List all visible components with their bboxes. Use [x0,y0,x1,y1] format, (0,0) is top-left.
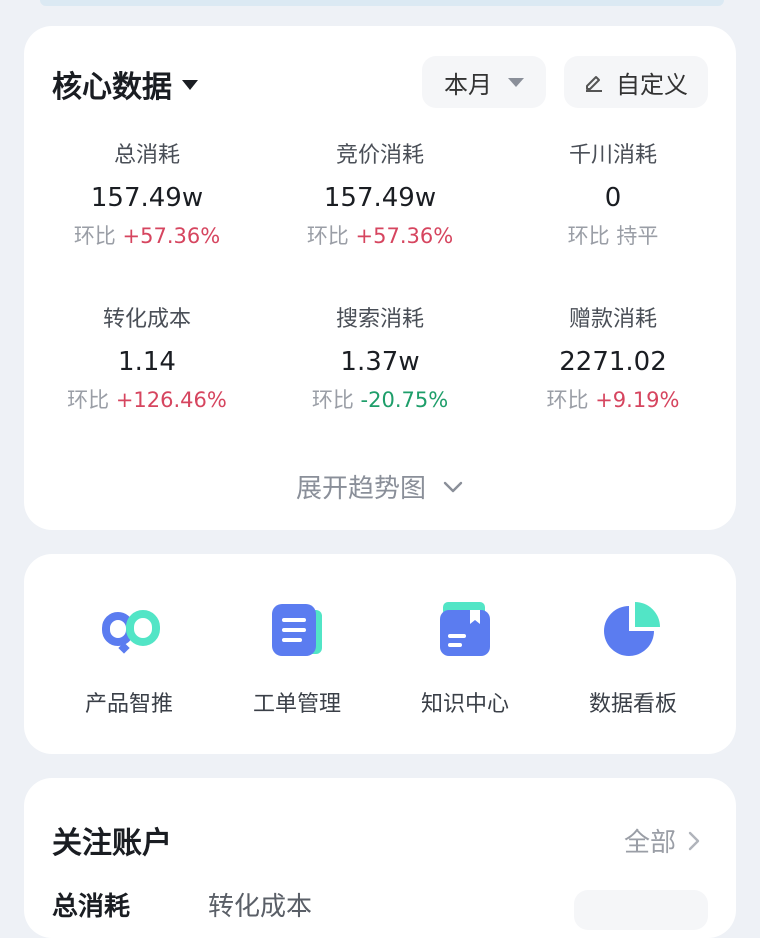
comparison-value: -20.75% [360,388,449,412]
expand-trend-button[interactable]: 展开趋势图 [24,468,736,505]
tool-label: 数据看板 [588,692,677,717]
comparison-prefix: 环比 [306,224,349,248]
period-select[interactable]: 本月 [422,56,546,108]
comparison-prefix: 环比 [73,224,116,248]
comparison-prefix: 环比 [67,388,110,412]
tools-card: 产品智推 工单管理 知识中心 数据看板 [24,554,736,754]
watched-accounts-title: 关注账户 [52,826,172,861]
metric-label: 转化成本 [102,307,191,332]
core-data-title-text: 核心数据 [52,70,172,105]
comparison-value: +9.19% [595,388,680,412]
metric-label: 赠款消耗 [568,307,657,332]
comparison-value: +57.36% [122,224,221,248]
tool-label: 知识中心 [420,692,509,717]
pencil-icon [586,76,602,92]
comparison-prefix: 环比 [567,224,610,248]
tool-work-order[interactable]: 工单管理 [208,598,386,718]
metric-value: 2271.02 [559,347,667,377]
metric-comparison: 环比 +57.36% [265,222,495,250]
metric-comparison: 环比 持平 [498,222,728,250]
tool-label: 产品智推 [84,692,173,717]
tool-product-recommend[interactable]: 产品智推 [40,598,218,718]
work-order-icon [272,604,322,656]
metric-value: 157.49w [323,183,437,213]
expand-trend-label: 展开趋势图 [295,474,426,504]
core-data-title[interactable]: 核心数据 [52,62,198,106]
data-dashboard-icon [604,602,660,656]
metric-value: 1.37w [340,347,420,377]
caret-down-icon [508,77,524,87]
period-select-label: 本月 [444,70,492,99]
metric-bidding-spend[interactable]: 竞价消耗 157.49w 环比 +57.36% [265,142,495,250]
product-recommend-icon [102,610,160,654]
custom-button[interactable]: 自定义 [564,56,708,108]
metric-comparison: 环比 +9.19% [498,386,728,414]
metric-comparison: 环比 +57.36% [32,222,262,250]
comparison-prefix: 环比 [546,388,589,412]
metric-grant-spend[interactable]: 赠款消耗 2271.02 环比 +9.19% [498,306,728,414]
metric-label: 搜索消耗 [335,307,424,332]
chevron-down-icon [443,481,463,492]
tool-knowledge-center[interactable]: 知识中心 [376,598,554,718]
caret-down-icon [182,80,198,90]
metric-comparison: 环比 +126.46% [32,386,262,414]
metric-search-spend[interactable]: 搜索消耗 1.37w 环比 -20.75% [265,306,495,414]
comparison-prefix: 环比 [311,388,354,412]
watched-accounts-card: 关注账户 全部 总消耗 转化成本 [24,778,736,938]
comparison-value: +57.36% [355,224,454,248]
comparison-value: +126.46% [115,388,227,412]
top-banner-edge [40,0,724,6]
sort-select[interactable] [574,890,708,930]
tab-total-spend[interactable]: 总消耗 [52,886,130,923]
metric-label: 总消耗 [113,143,180,168]
knowledge-center-icon [440,602,490,656]
custom-button-label: 自定义 [616,70,688,99]
metric-value: 157.49w [90,183,204,213]
metric-qianchuan-spend[interactable]: 千川消耗 0 环比 持平 [498,142,728,250]
view-all-label: 全部 [623,828,676,858]
metric-conversion-cost[interactable]: 转化成本 1.14 环比 +126.46% [32,306,262,414]
metric-value: 0 [604,183,622,213]
core-data-card: 核心数据 本月 自定义 总消耗 157.49w 环比 +57.36% 竞价消耗 … [24,26,736,530]
metric-value: 1.14 [118,347,176,377]
comparison-value: 持平 [616,224,659,248]
metric-total-spend[interactable]: 总消耗 157.49w 环比 +57.36% [32,142,262,250]
tab-conversion-cost[interactable]: 转化成本 [208,886,312,923]
chevron-right-icon [688,831,700,850]
tool-label: 工单管理 [252,692,341,717]
metric-label: 千川消耗 [568,143,657,168]
metric-label: 竞价消耗 [335,143,424,168]
metric-comparison: 环比 -20.75% [265,386,495,414]
tool-data-dashboard[interactable]: 数据看板 [544,598,722,718]
view-all-link[interactable]: 全部 [624,822,700,859]
